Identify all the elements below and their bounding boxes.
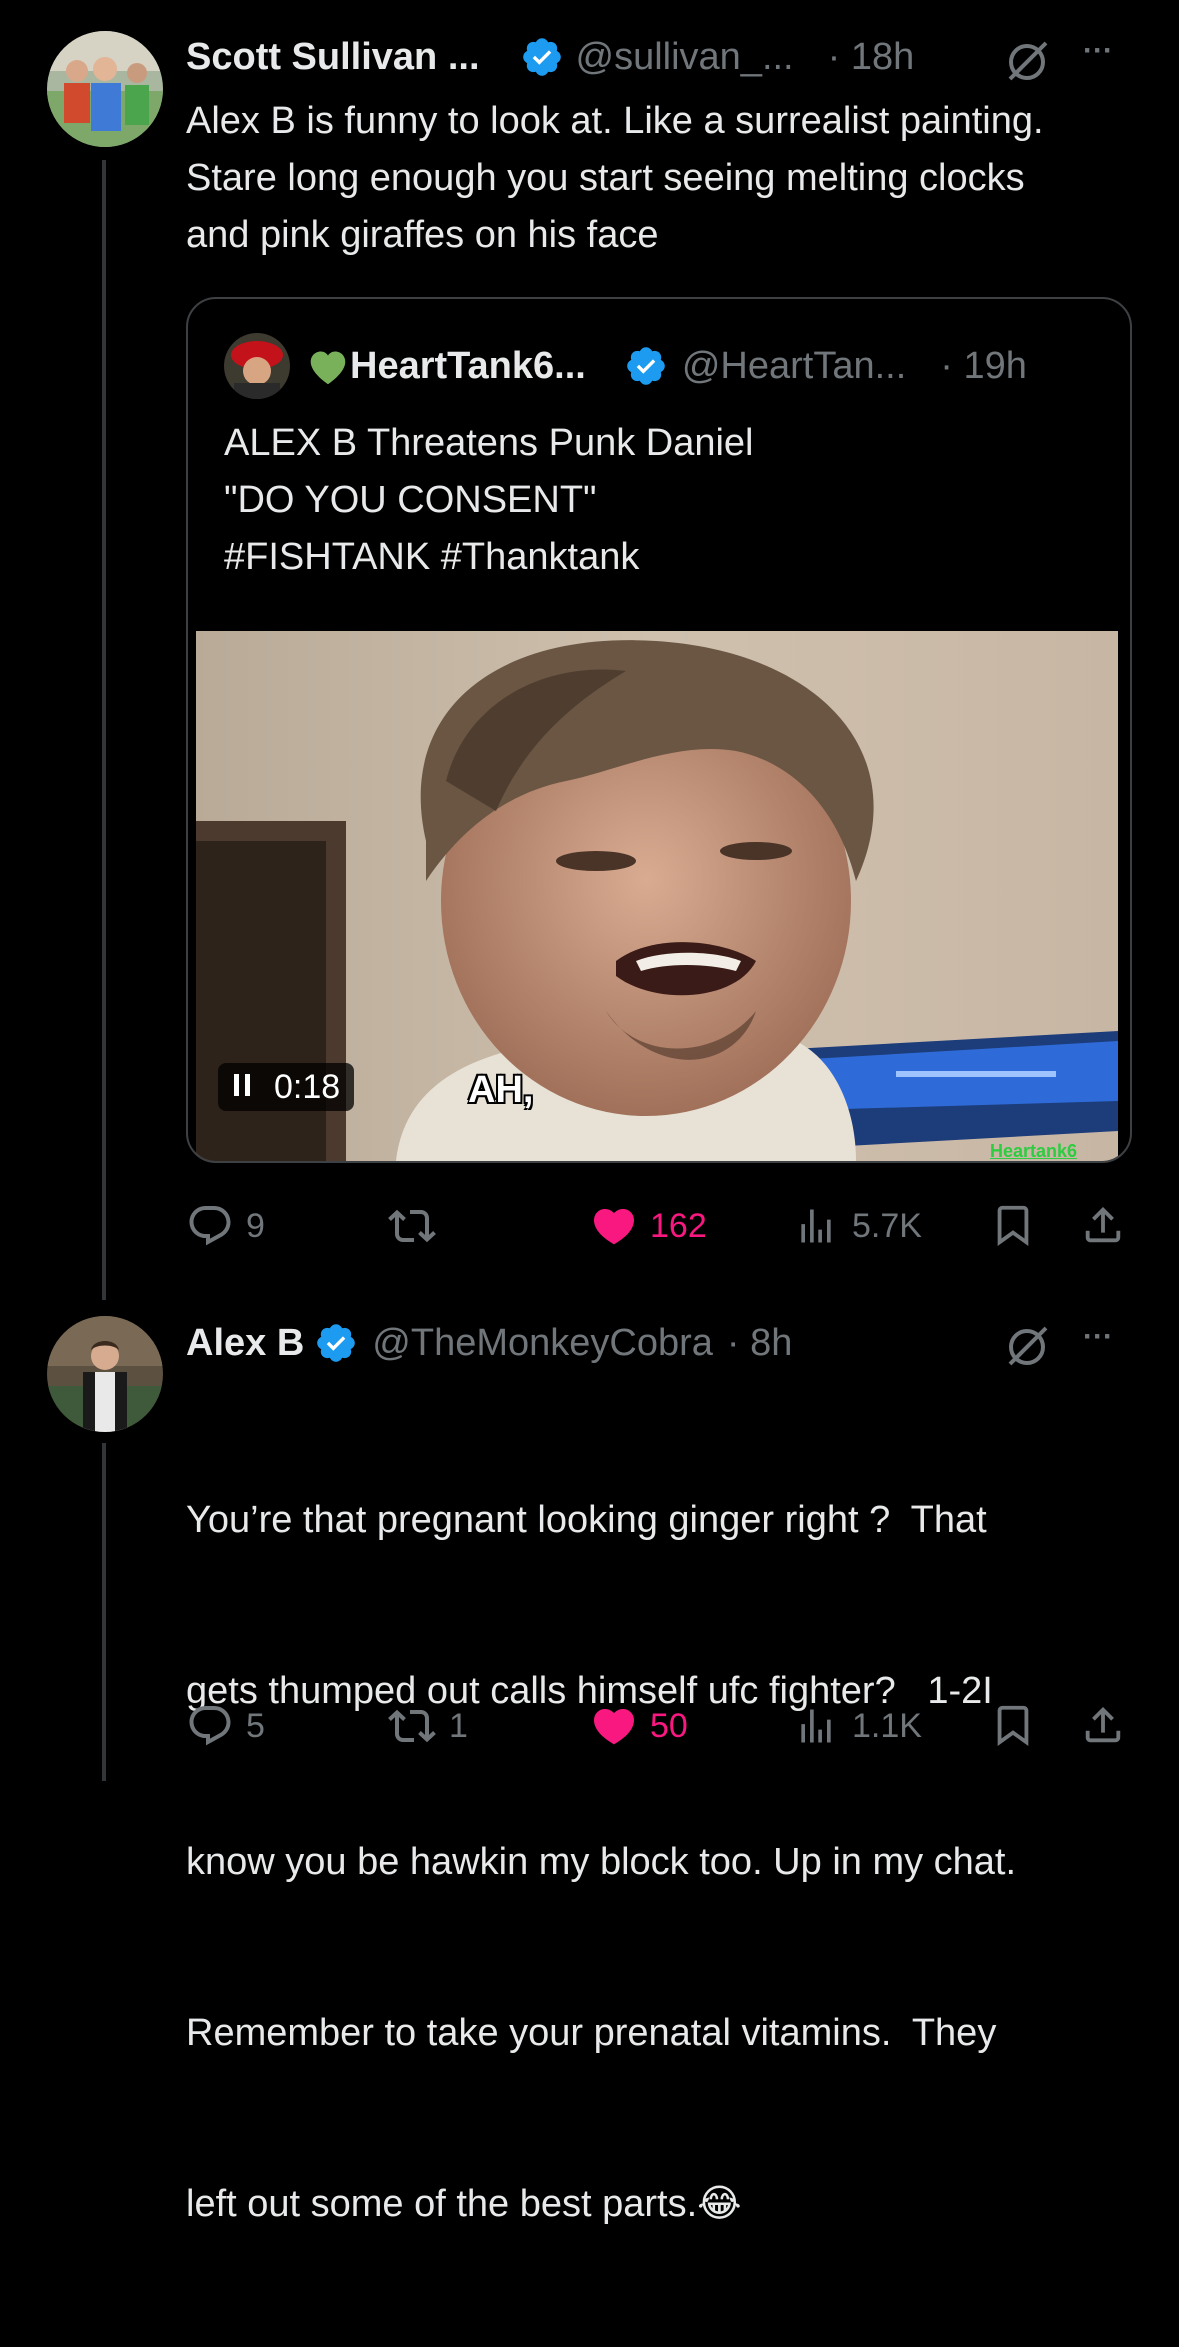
quote-text-line: #FISHTANK #Thanktank xyxy=(224,536,640,578)
more-options-icon[interactable]: ··· xyxy=(1083,34,1113,68)
grok-icon[interactable] xyxy=(1002,1320,1052,1370)
quote-text-line: ALEX B Threatens Punk Daniel xyxy=(224,422,754,464)
views-icon xyxy=(801,1709,831,1743)
tweet-header: Alex B @TheMonkeyCobra · 8h xyxy=(186,1318,792,1368)
tweet-text-line: You’re that pregnant looking ginger righ… xyxy=(186,1499,987,1541)
quoted-tweet[interactable]: HeartTank6... @HeartTan... · 19h ALEX B … xyxy=(186,297,1132,1163)
video-caption: AH, xyxy=(468,1069,534,1111)
repost-button[interactable]: 1 xyxy=(387,1702,468,1750)
bookmark-button[interactable] xyxy=(990,1700,1036,1750)
tweet-time[interactable]: · 18h xyxy=(828,36,915,79)
thread-line xyxy=(102,160,106,1300)
author-name[interactable]: Scott Sullivan ... xyxy=(186,36,480,79)
like-count: 162 xyxy=(650,1206,707,1245)
tweet-text-line: know you be hawkin my block too. Up in m… xyxy=(186,1841,1017,1883)
share-button[interactable] xyxy=(1080,1700,1126,1750)
verified-badge-icon xyxy=(520,35,564,79)
reply-count: 5 xyxy=(246,1706,265,1745)
thread-line xyxy=(102,1443,106,1781)
repost-icon xyxy=(388,1209,436,1243)
bookmark-button[interactable] xyxy=(990,1200,1036,1250)
views-icon xyxy=(801,1209,831,1243)
tweet-2[interactable]: Alex B @TheMonkeyCobra · 8h ··· You’re t… xyxy=(0,1290,1179,2225)
reply-count: 9 xyxy=(246,1206,265,1245)
views-button[interactable]: 1.1K xyxy=(794,1702,922,1750)
author-name[interactable]: Alex B xyxy=(186,1322,304,1365)
author-handle[interactable]: @TheMonkeyCobra xyxy=(372,1322,713,1365)
quote-author-handle[interactable]: @HeartTan... xyxy=(682,345,906,388)
heart-filled-icon xyxy=(593,1709,635,1745)
tweet-text: You’re that pregnant looking ginger righ… xyxy=(186,1378,1176,2347)
author-handle[interactable]: @sullivan_... xyxy=(576,36,794,79)
tweet-time[interactable]: · 8h xyxy=(727,1322,792,1365)
tweet-text-line: left out some of the best parts.😂 xyxy=(186,2183,742,2225)
grok-icon[interactable] xyxy=(1002,35,1052,85)
video-watermark: Heartank6 xyxy=(990,1141,1078,1161)
quote-text: ALEX B Threatens Punk Daniel "DO YOU CON… xyxy=(224,415,754,586)
bookmark-icon xyxy=(997,1705,1029,1746)
reply-icon xyxy=(189,1206,231,1246)
reply-button[interactable]: 9 xyxy=(186,1202,265,1250)
repost-count: 1 xyxy=(449,1706,468,1745)
video-timestamp[interactable]: 0:18 xyxy=(218,1063,355,1111)
tweet-1[interactable]: Scott Sullivan ... @sullivan_... · 18h ·… xyxy=(0,0,1179,1300)
quote-text-line: "DO YOU CONSENT" xyxy=(224,479,597,521)
repost-icon xyxy=(388,1709,436,1743)
green-heart-icon xyxy=(306,346,350,386)
avatar-hearttank[interactable] xyxy=(224,333,290,399)
views-button[interactable]: 5.7K xyxy=(794,1202,922,1250)
avatar-alex-b[interactable] xyxy=(47,1316,163,1432)
like-count: 50 xyxy=(650,1706,688,1745)
tweet-text: Alex B is funny to look at. Like a surre… xyxy=(186,100,1044,256)
avatar-scott-sullivan[interactable] xyxy=(47,31,163,147)
bookmark-icon xyxy=(997,1205,1029,1246)
share-icon xyxy=(1085,1706,1121,1743)
like-button[interactable]: 50 xyxy=(590,1702,688,1750)
repost-button[interactable] xyxy=(387,1202,449,1250)
share-icon xyxy=(1085,1206,1121,1243)
verified-badge-icon xyxy=(624,344,668,388)
reply-button[interactable]: 5 xyxy=(186,1702,265,1750)
verified-badge-icon xyxy=(314,1321,358,1365)
pause-icon[interactable] xyxy=(232,1068,252,1107)
share-button[interactable] xyxy=(1080,1200,1126,1250)
tweet-text-line: Remember to take your prenatal vitamins.… xyxy=(186,2012,997,2054)
views-count: 1.1K xyxy=(852,1706,922,1745)
tweet-header: Scott Sullivan ... @sullivan_... · 18h xyxy=(186,32,914,82)
quote-time[interactable]: · 19h xyxy=(940,345,1027,388)
video-time: 0:18 xyxy=(274,1067,341,1106)
video-player[interactable]: 0:18 AH, Heartank6 xyxy=(196,631,1118,1161)
views-count: 5.7K xyxy=(852,1206,922,1245)
quote-author-name[interactable]: HeartTank6... xyxy=(350,345,586,388)
reply-icon xyxy=(189,1706,231,1746)
heart-filled-icon xyxy=(593,1209,635,1245)
more-options-icon[interactable]: ··· xyxy=(1083,1320,1113,1354)
like-button[interactable]: 162 xyxy=(590,1202,707,1250)
quote-header: HeartTank6... @HeartTan... · 19h xyxy=(306,341,1027,391)
